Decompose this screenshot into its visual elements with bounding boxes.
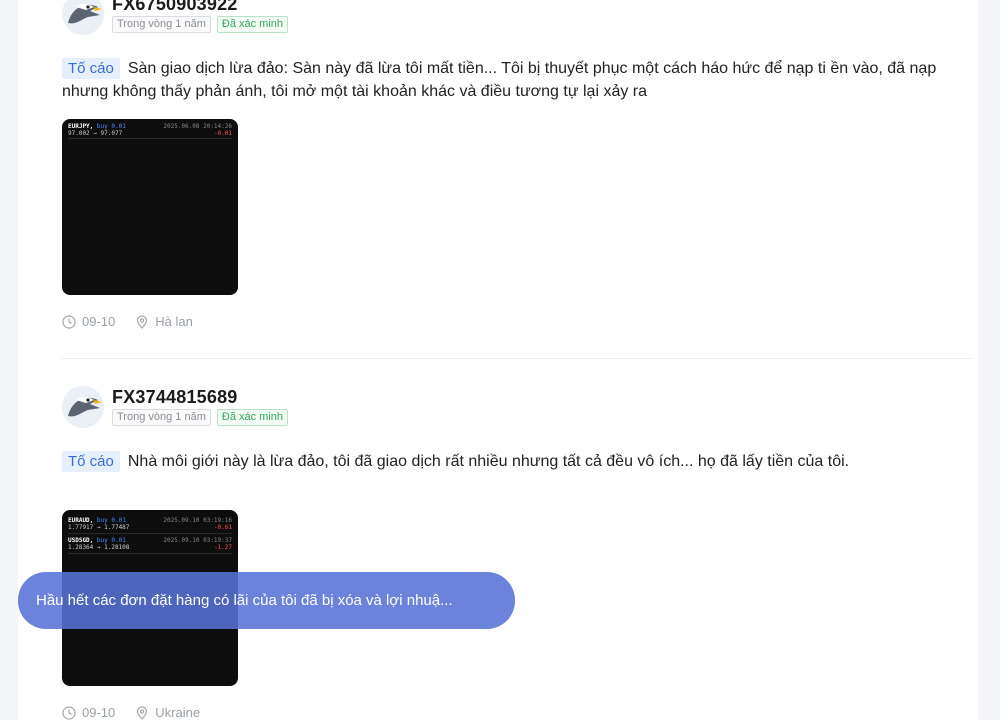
post-location: Hà lan — [155, 314, 193, 329]
post-meta: 09-10 Ukraine — [62, 705, 200, 720]
user-tags: Trong vòng 1 năm Đã xác minh — [112, 409, 289, 426]
trade-row: EURAUD, buy 0.01 1.77917 → 1.77487 2025.… — [68, 517, 232, 531]
page-gutter — [978, 0, 1000, 720]
trade-date: 2025.09.10 03:19:16 — [163, 517, 232, 524]
post-content[interactable]: Tố cáo Nhà môi giới này là lừa đảo, tôi đ… — [62, 450, 962, 473]
translation-toast[interactable]: Hầu hết các đơn đặt hàng có lãi của tôi … — [18, 572, 515, 629]
trade-prices: 1.28364 → 1.28108 — [68, 544, 130, 551]
period-tag: Trong vòng 1 năm — [112, 409, 211, 426]
eagle-avatar-icon[interactable] — [62, 0, 104, 35]
clock-icon — [62, 314, 76, 329]
trade-side: buy 0.01 — [96, 123, 126, 130]
trade-symbol: USDSGD, — [68, 537, 94, 544]
toast-text: Hầu hết các đơn đặt hàng có lãi của tôi … — [36, 592, 453, 609]
trade-date: 2025.06.08 20:14:26 — [163, 123, 232, 130]
eagle-avatar-icon[interactable] — [62, 386, 104, 428]
trade-separator — [68, 533, 232, 534]
post-item: FX3744815689 Trong vòng 1 năm Đã xác min… — [62, 386, 962, 720]
post-item: FX6750903922 Trong vòng 1 năm Đã xác min… — [62, 0, 962, 329]
verified-tag: Đã xác minh — [216, 16, 289, 33]
post-header: FX6750903922 Trong vòng 1 năm Đã xác min… — [62, 0, 962, 39]
trade-row: EURJPY, buy 0.01 97.002 → 97.077 2025.06… — [68, 123, 232, 137]
location-pin-icon — [135, 705, 149, 720]
trade-side: buy 0.01 — [96, 517, 126, 524]
report-badge: Tố cáo — [62, 58, 120, 79]
username[interactable]: FX3744815689 — [112, 387, 238, 408]
trade-date: 2025.09.10 03:19:37 — [163, 537, 232, 544]
report-badge: Tố cáo — [62, 451, 120, 472]
post-text: Nhà môi giới này là lừa đảo, tôi đã giao… — [127, 453, 850, 470]
post-text: Sàn giao dịch lừa đảo: Sàn này đã lừa tô… — [62, 60, 937, 100]
trade-prices: 1.77917 → 1.77487 — [68, 524, 130, 531]
post-divider — [62, 358, 972, 359]
post-content[interactable]: Tố cáo Sàn giao dịch lừa đảo: Sàn này đã … — [62, 57, 962, 103]
trade-side: buy 0.01 — [96, 537, 126, 544]
trade-separator — [68, 138, 232, 139]
period-tag: Trong vòng 1 năm — [112, 16, 211, 33]
post-meta: 09-10 Hà lan — [62, 314, 193, 329]
trade-separator — [68, 553, 232, 554]
username[interactable]: FX6750903922 — [112, 0, 238, 15]
trade-symbol: EURAUD, — [68, 517, 94, 524]
trade-symbol: EURJPY, — [68, 123, 94, 130]
trade-pl: -0.01 — [213, 130, 232, 137]
post-date: 09-10 — [82, 314, 116, 329]
post-header: FX3744815689 Trong vòng 1 năm Đã xác min… — [62, 386, 962, 432]
post-location: Ukraine — [155, 705, 201, 720]
post-date: 09-10 — [82, 705, 116, 720]
trade-row: USDSGD, buy 0.01 1.28364 → 1.28108 2025.… — [68, 537, 232, 551]
user-tags: Trong vòng 1 năm Đã xác minh — [112, 16, 289, 33]
location-pin-icon — [135, 314, 149, 329]
trade-pl: -0.61 — [213, 524, 232, 531]
trade-pl: -1.27 — [213, 544, 232, 551]
trade-prices: 97.002 → 97.077 — [68, 130, 123, 137]
clock-icon — [62, 705, 76, 720]
attached-screenshot[interactable]: EURJPY, buy 0.01 97.002 → 97.077 2025.06… — [62, 119, 238, 295]
verified-tag: Đã xác minh — [216, 409, 289, 426]
